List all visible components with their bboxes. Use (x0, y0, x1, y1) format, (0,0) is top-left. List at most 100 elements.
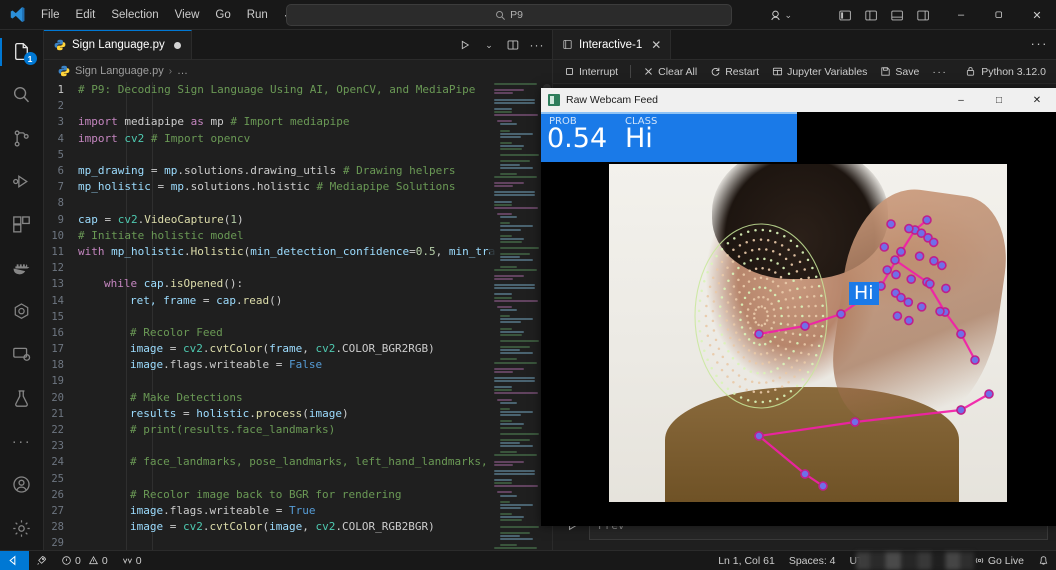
code-line[interactable]: 2 (44, 98, 552, 114)
code-line[interactable]: 10 # Initiate holistic model (44, 228, 552, 244)
run-python-file-icon[interactable] (454, 34, 476, 56)
window-minimize-button[interactable]: – (942, 0, 980, 30)
sidebar-item-remote-explorer[interactable] (0, 333, 44, 376)
editor-tab-bar: Sign Language.py ⌄ ··· (44, 30, 552, 60)
line-number: 18 (51, 359, 64, 372)
code-line[interactable]: 4 import cv2 # Import opencv (44, 131, 552, 147)
ports-count: 0 (135, 554, 142, 567)
manage-settings-button[interactable] (0, 507, 44, 550)
code-line[interactable]: 14 ret, frame = cap.read() (44, 292, 552, 308)
webcam-maximize-button[interactable]: □ (980, 88, 1018, 112)
toggle-primary-sidebar-icon[interactable] (832, 0, 858, 30)
kernel-selector[interactable]: Python 3.12.0 (965, 66, 1050, 78)
webcam-minimize-button[interactable]: – (942, 88, 980, 112)
menu-file[interactable]: File (34, 6, 67, 24)
tab-interactive-1[interactable]: Interactive-1 ✕ (553, 30, 672, 59)
code-line[interactable]: 5 (44, 147, 552, 163)
minimap[interactable] (490, 82, 542, 550)
menu-selection[interactable]: Selection (104, 6, 165, 24)
ports-button[interactable]: 0 (115, 551, 149, 570)
accounts-button[interactable] (0, 463, 44, 506)
split-editor-icon[interactable] (502, 34, 524, 56)
minimap-line (494, 472, 536, 475)
minimap-line (500, 308, 517, 311)
code-editor[interactable]: 1 # P9: Decoding Sign Language Using AI, … (44, 82, 552, 550)
tab-sign-language-py[interactable]: Sign Language.py (44, 30, 192, 59)
code-line[interactable]: 28 image = cv2.cvtColor(image, cv2.COLOR_… (44, 519, 552, 535)
command-center-search[interactable]: P9 (286, 4, 732, 26)
code-line[interactable]: 13 while cap.isOpened(): (44, 276, 552, 292)
sidebar-item-run-and-debug[interactable] (0, 160, 44, 203)
interrupt-button[interactable]: Interrupt (559, 65, 623, 79)
stop-square-icon (566, 68, 573, 75)
window-close-button[interactable]: ✕ (1018, 0, 1056, 30)
menu-run[interactable]: Run (240, 6, 275, 24)
code-line[interactable]: 19 (44, 373, 552, 389)
broadcast-icon (975, 557, 984, 564)
breadcrumb-file[interactable]: Sign Language.py (75, 65, 164, 77)
code-line[interactable]: 12 (44, 260, 552, 276)
close-icon[interactable]: ✕ (651, 38, 661, 52)
editor-actions: ⌄ ··· (454, 30, 548, 60)
code-line[interactable]: 17 image = cv2.cvtColor(frame, cv2.COLOR_… (44, 341, 552, 357)
sidebar-item-source-control[interactable] (0, 117, 44, 160)
code-line[interactable]: 6 mp_drawing = mp.solutions.drawing_utils… (44, 163, 552, 179)
minimap-line (500, 411, 534, 414)
minimap-line (500, 259, 534, 262)
window-maximize-button[interactable] (980, 0, 1018, 30)
indentation-indicator[interactable]: Spaces: 4 (782, 551, 843, 570)
code-line[interactable]: 23 (44, 438, 552, 454)
run-dropdown-icon[interactable]: ⌄ (478, 34, 500, 56)
code-text: mp_holistic = mp.solutions.holistic # Me… (78, 180, 456, 194)
code-line[interactable]: 22 # print(results.face_landmarks) (44, 422, 552, 438)
notifications-bell-button[interactable] (1031, 551, 1056, 570)
code-line[interactable]: 7 mp_holistic = mp.solutions.holistic # M… (44, 179, 552, 195)
toolbar-overflow-button[interactable]: ··· (927, 65, 952, 79)
sidebar-item-testing[interactable] (0, 377, 44, 420)
code-line[interactable]: 15 (44, 309, 552, 325)
problems-button[interactable]: 0 0 (54, 551, 115, 570)
code-line[interactable]: 8 (44, 195, 552, 211)
remote-account-indicator[interactable]: ⌄ (769, 9, 792, 22)
code-line[interactable]: 16 # Recolor Feed (44, 325, 552, 341)
clear-all-button[interactable]: Clear All (638, 65, 702, 79)
interactive-tab-label: Interactive-1 (579, 38, 643, 51)
customize-layout-icon[interactable] (910, 0, 936, 30)
sidebar-item-explorer[interactable]: 1 (0, 30, 44, 73)
sidebar-item-search[interactable] (0, 73, 44, 116)
code-line[interactable]: 3 import mediapipe as mp # Import mediapi… (44, 114, 552, 130)
sidebar-item-docker[interactable] (0, 247, 44, 290)
webcam-close-button[interactable]: ✕ (1018, 88, 1056, 112)
code-line[interactable]: 9 cap = cv2.VideoCapture(1) (44, 212, 552, 228)
menu-go[interactable]: Go (208, 6, 237, 24)
sidebar-item-extensions[interactable] (0, 203, 44, 246)
line-column-indicator[interactable]: Ln 1, Col 61 (711, 551, 782, 570)
menu-edit[interactable]: Edit (69, 6, 103, 24)
go-live-button[interactable]: Go Live (967, 551, 1031, 570)
code-line[interactable]: 27 image.flags.writeable = True (44, 503, 552, 519)
code-line[interactable]: 29 (44, 535, 552, 550)
save-button[interactable]: Save (875, 65, 924, 79)
code-line[interactable]: 18 image.flags.writeable = False (44, 357, 552, 373)
code-line[interactable]: 11 with mp_holistic.Holistic(min_detectio… (44, 244, 552, 260)
editor-more-actions-icon[interactable]: ··· (526, 34, 548, 56)
interactive-more-actions-icon[interactable]: ··· (1031, 36, 1049, 51)
menu-view[interactable]: View (168, 6, 207, 24)
toggle-panel-icon[interactable] (884, 0, 910, 30)
run-task-button[interactable] (29, 551, 54, 570)
code-line[interactable]: 1 # P9: Decoding Sign Language Using AI, … (44, 82, 552, 98)
code-line[interactable]: 25 (44, 471, 552, 487)
code-line[interactable]: 20 # Make Detections (44, 390, 552, 406)
minimap-line (494, 469, 536, 472)
minimap-line (500, 500, 511, 503)
sidebar-item-settings-sync[interactable] (0, 290, 44, 333)
code-line[interactable]: 21 results = holistic.process(image) (44, 406, 552, 422)
code-line[interactable]: 24 # face_landmarks, pose_landmarks, left… (44, 454, 552, 470)
restart-button[interactable]: Restart (705, 65, 764, 79)
toggle-secondary-sidebar-icon[interactable] (858, 0, 884, 30)
sidebar-item-more-views[interactable]: ··· (0, 420, 44, 463)
remote-indicator[interactable] (0, 550, 29, 570)
breadcrumb-symbol[interactable]: … (177, 65, 188, 77)
jupyter-variables-button[interactable]: Jupyter Variables (767, 65, 872, 79)
code-line[interactable]: 26 # Recolor image back to BGR for render… (44, 487, 552, 503)
